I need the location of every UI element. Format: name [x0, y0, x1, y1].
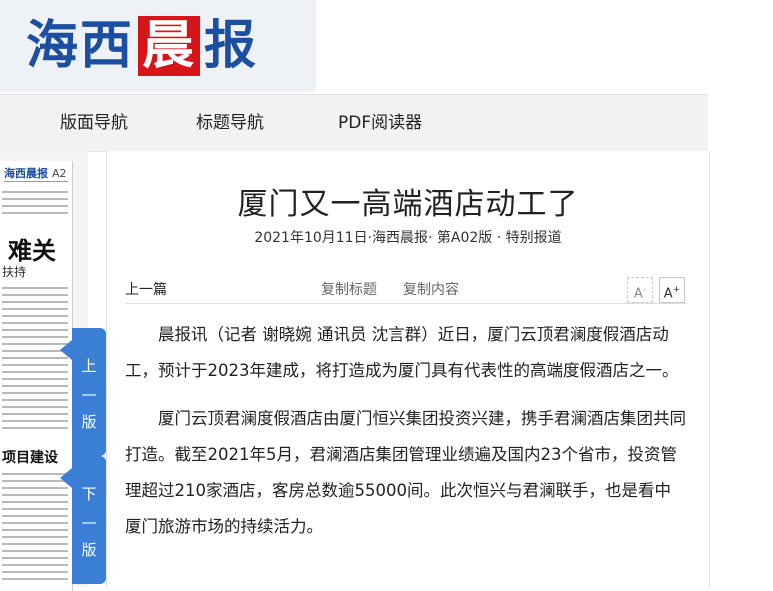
font-increase-button[interactable]: A+ — [659, 277, 685, 303]
nav-layout-navigation[interactable]: 版面导航 — [60, 95, 128, 151]
previous-article-link[interactable]: 上一篇 — [125, 279, 167, 299]
previous-page-label: 上 — 版 — [81, 357, 97, 431]
logo-area: 海西晨报 — [0, 0, 316, 92]
thumbnail-section-heading: 项目建设 — [2, 450, 58, 466]
paragraph: 厦门云顶君澜度假酒店由厦门恒兴集团投资兴建，携手君澜酒店集团共同打造。截至202… — [125, 409, 686, 536]
thumbnail-text-lines — [2, 191, 68, 219]
font-decrease-button[interactable]: A- — [627, 277, 653, 303]
logo-text-part1: 海西 — [26, 15, 135, 76]
previous-page-tab[interactable]: 上 — 版 — [60, 328, 106, 456]
article-toolbar: 上一篇 复制标题 复制内容 A- A+ — [125, 273, 687, 304]
thumbnail-body-lines — [2, 287, 68, 434]
copy-title-button[interactable]: 复制标题 — [321, 279, 377, 299]
nav-pdf-reader[interactable]: PDF阅读器 — [338, 95, 422, 151]
copy-content-button[interactable]: 复制内容 — [403, 279, 459, 299]
paragraph: 晨报讯（记者 谢晓婉 通讯员 沈言群）近日，厦门云顶君澜度假酒店动工，预计于20… — [125, 325, 679, 380]
nav-bar: 版面导航 标题导航 PDF阅读器 — [0, 94, 708, 152]
thumbnail-subheadline: 扶持 — [2, 265, 27, 279]
thumbnail-body-lines-2 — [2, 473, 68, 585]
masthead: 海西晨报 — [0, 0, 773, 92]
logo-red-char: 晨 — [138, 16, 201, 76]
next-page-label: 下 — 版 — [81, 485, 97, 559]
article-meta: 2021年10月11日·海西晨报· 第A02版 · 特别报道 — [254, 230, 562, 246]
thumbnail-headline: 难关 — [8, 237, 56, 265]
article-panel: 厦门又一高端酒店动工了 2021年10月11日·海西晨报· 第A02版 · 特别… — [106, 151, 710, 587]
newspaper-logo[interactable]: 海西晨报 — [26, 14, 258, 78]
thumbnail-page: A2 — [52, 167, 67, 180]
nav-title-navigation[interactable]: 标题导航 — [196, 95, 264, 151]
page-thumbnail[interactable]: 海西晨报 A2 难关 扶持 项目建设 — [0, 161, 73, 591]
article-title: 厦门又一高端酒店动工了 — [237, 187, 579, 222]
next-page-tab[interactable]: 下 — 版 — [60, 456, 106, 584]
thumbnail-header: 海西晨报 A2 — [4, 167, 68, 182]
logo-text-part2: 报 — [204, 15, 259, 76]
article-body: 晨报讯（记者 谢晓婉 通讯员 沈言群）近日，厦门云顶君澜度假酒店动工，预计于20… — [125, 317, 687, 557]
